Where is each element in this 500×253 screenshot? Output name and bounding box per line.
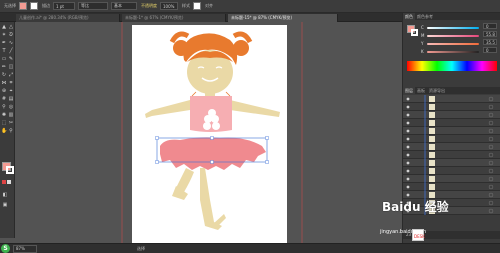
channel-m-label: M (421, 33, 425, 38)
layer-thumbnail (429, 96, 435, 214)
zoom-field[interactable]: 87% (13, 244, 37, 253)
channel-k-slider[interactable] (427, 51, 479, 53)
layer-row-details (406, 95, 494, 215)
girl-face[interactable] (187, 50, 233, 98)
tab-color[interactable]: 颜色 (403, 13, 415, 20)
panel-stroke-swatch[interactable] (411, 29, 418, 36)
watermark-brand: Baidu 经验 (382, 200, 449, 214)
channel-m-slider[interactable] (427, 35, 479, 37)
tutu-skirt[interactable] (160, 137, 266, 170)
girl-legs[interactable] (172, 168, 226, 230)
current-tool-label: 选择 (137, 245, 145, 251)
eye-icon (406, 97, 410, 213)
channel-c-value[interactable]: 0 (483, 23, 497, 29)
channel-c-slider[interactable] (427, 27, 479, 29)
logo-badge: DESIGN (412, 229, 429, 241)
status-bar: S 87% 选择 (0, 243, 500, 253)
channel-y-value[interactable]: 35.5 (483, 39, 497, 45)
tab-layers[interactable]: 图层 (403, 87, 415, 94)
channel-m-value[interactable]: 55.8 (483, 31, 497, 37)
channel-y-label: Y (421, 41, 424, 46)
svg-text:DESIGN: DESIGN (414, 234, 425, 239)
channel-k-label: K (421, 49, 424, 54)
tab-asset-export[interactable]: 资源导出 (427, 87, 447, 94)
target-circle-icon (488, 96, 494, 214)
app-logo-icon[interactable]: S (1, 244, 10, 253)
color-spectrum[interactable] (407, 61, 497, 71)
channel-k-value[interactable]: 0 (483, 47, 497, 53)
channel-y-slider[interactable] (427, 43, 479, 45)
tab-color-guide[interactable]: 颜色参考 (415, 13, 435, 20)
tab-artboards[interactable]: 画板 (415, 87, 427, 94)
channel-c-label: C (421, 25, 424, 30)
